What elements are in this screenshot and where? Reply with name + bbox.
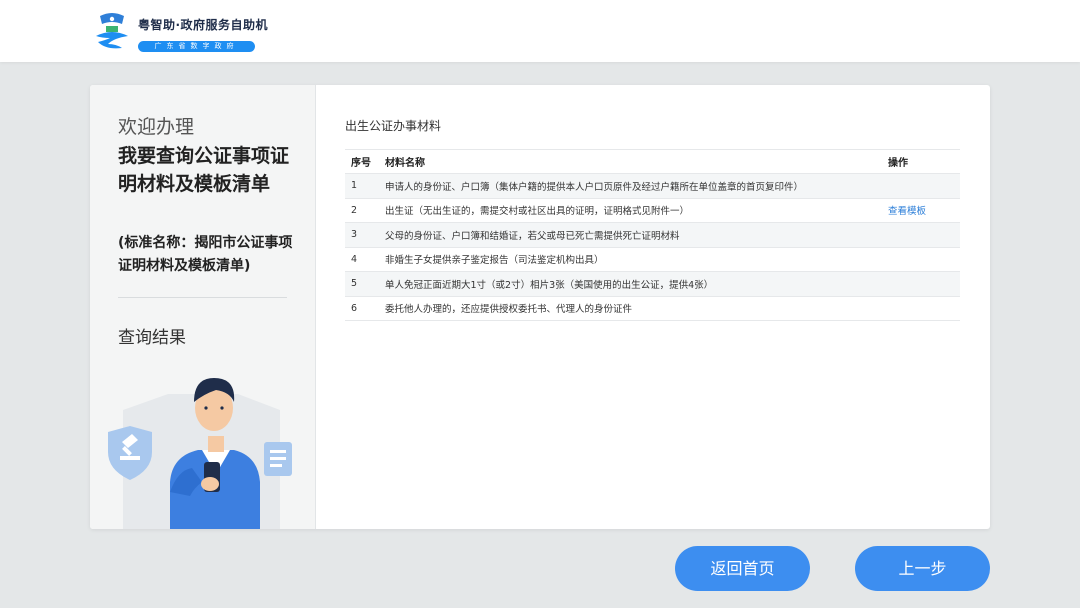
column-header-name: 材料名称: [379, 149, 882, 174]
row-action: [882, 296, 960, 321]
column-header-no: 序号: [345, 149, 379, 174]
table-header-row: 序号 材料名称 操作: [345, 149, 960, 174]
row-no: 3: [345, 222, 379, 248]
row-action: [882, 247, 960, 272]
home-button[interactable]: 返回首页: [675, 546, 810, 591]
page-heading: 我要查询公证事项证明材料及模板清单: [118, 145, 290, 195]
row-action: [882, 271, 960, 297]
row-name: 单人免冠正面近期大1寸（或2寸）相片3张（美国使用的出生公证，提供4张）: [379, 271, 882, 297]
view-template-link[interactable]: 查看模板: [882, 198, 960, 223]
table-row: 3 父母的身份证、户口簿和结婚证，若父或母已死亡需提供死亡证明材料: [345, 222, 960, 248]
row-no: 4: [345, 247, 379, 272]
row-name: 申请人的身份证、户口簿（集体户籍的提供本人户口页原件及经过户籍所在单位盖章的首页…: [379, 173, 882, 199]
row-no: 5: [345, 271, 379, 297]
row-no: 1: [345, 173, 379, 199]
result-title: 查询结果: [118, 328, 186, 348]
row-no: 6: [345, 296, 379, 321]
row-name: 父母的身份证、户口簿和结婚证，若父或母已死亡需提供死亡证明材料: [379, 222, 882, 248]
materials-table: 序号 材料名称 操作 1 申请人的身份证、户口簿（集体户籍的提供本人户口页原件及…: [345, 149, 960, 321]
row-name: 非婚生子女提供亲子鉴定报告（司法鉴定机构出具）: [379, 247, 882, 272]
left-panel: 欢迎办理 我要查询公证事项证明材料及模板清单 (标准名称：揭阳市公证事项证明材料…: [90, 85, 316, 529]
table-row: 6 委托他人办理的，还应提供授权委托书、代理人的身份证件: [345, 296, 960, 321]
main-card: 欢迎办理 我要查询公证事项证明材料及模板清单 (标准名称：揭阳市公证事项证明材料…: [90, 85, 990, 529]
person-with-phone-illustration: [108, 378, 292, 529]
column-header-action: 操作: [882, 149, 960, 174]
table-row: 4 非婚生子女提供亲子鉴定报告（司法鉴定机构出具）: [345, 247, 960, 272]
brand-logo: 粤智助·政府服务自助机 广东省数字政府: [92, 10, 268, 54]
row-name: 委托他人办理的，还应提供授权委托书、代理人的身份证件: [379, 296, 882, 321]
row-action: [882, 173, 960, 199]
divider: [118, 297, 287, 298]
document-icon: [264, 442, 292, 476]
top-bar: 粤智助·政府服务自助机 广东省数字政府: [0, 0, 1080, 62]
row-name: 出生证（无出生证的，需提交村或社区出具的证明，证明格式见附件一）: [379, 198, 882, 223]
previous-step-button[interactable]: 上一步: [855, 546, 990, 591]
table-row: 1 申请人的身份证、户口簿（集体户籍的提供本人户口页原件及经过户籍所在单位盖章的…: [345, 173, 960, 199]
section-title: 出生公证办事材料: [345, 119, 442, 133]
brand-subtitle: 广东省数字政府: [138, 41, 255, 52]
brand-logo-icon: [96, 13, 128, 49]
standard-name: (标准名称：揭阳市公证事项证明材料及模板清单): [118, 235, 293, 274]
row-no: 2: [345, 198, 379, 223]
brand-title: 粤智助·政府服务自助机: [138, 18, 269, 32]
welcome-text: 欢迎办理: [118, 116, 195, 138]
table-row: 2 出生证（无出生证的，需提交村或社区出具的证明，证明格式见附件一） 查看模板: [345, 198, 960, 223]
table-row: 5 单人免冠正面近期大1寸（或2寸）相片3张（美国使用的出生公证，提供4张）: [345, 271, 960, 297]
row-action: [882, 222, 960, 248]
